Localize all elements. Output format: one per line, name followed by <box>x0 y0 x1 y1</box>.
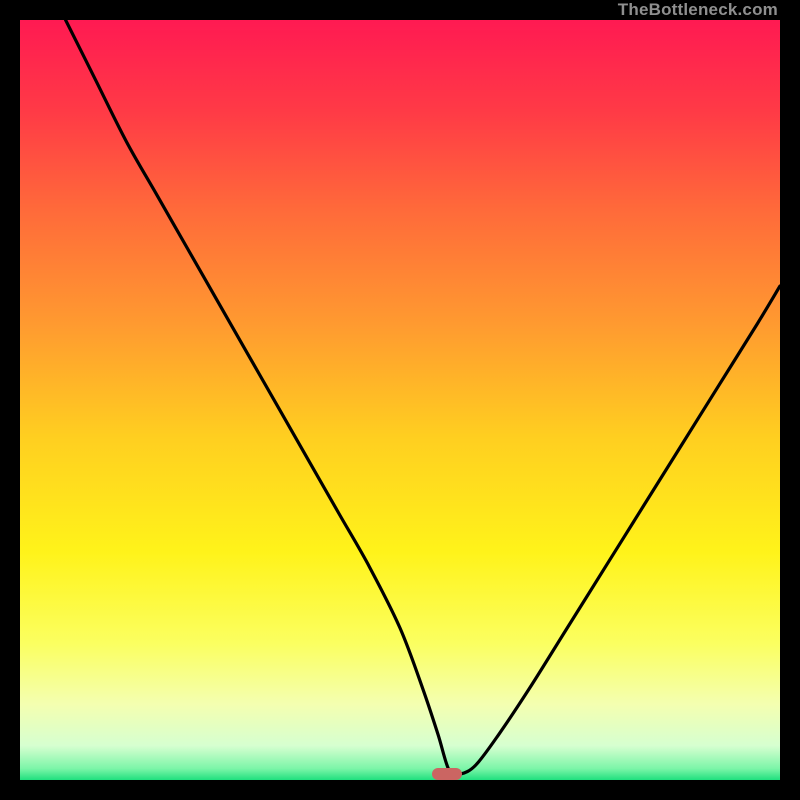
watermark-label: TheBottleneck.com <box>618 0 778 20</box>
chart-frame: TheBottleneck.com <box>0 0 800 800</box>
optimal-point-marker <box>432 768 462 780</box>
bottleneck-curve <box>20 20 780 780</box>
plot-area <box>20 20 780 780</box>
